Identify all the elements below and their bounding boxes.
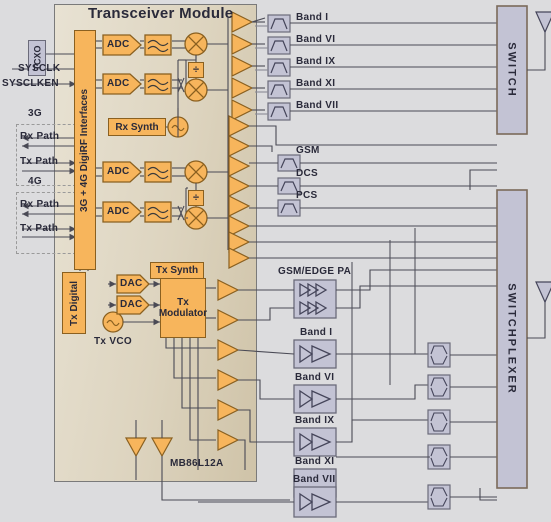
divider-symbol: ÷: [192, 64, 200, 76]
switch-label: SWITCH: [506, 42, 519, 98]
rx-band-label-0: Band I: [296, 12, 329, 23]
rx-synth-label: Rx Synth: [115, 121, 159, 133]
tx-synth-block[interactable]: Tx Synth: [150, 262, 204, 279]
rx-band-label-3: Band XI: [296, 78, 336, 89]
rx-mid-label-0: GSM: [296, 145, 320, 156]
rx-path-3g-label: Rx Path: [20, 131, 60, 142]
adc-label: ADC: [107, 78, 130, 89]
tx-synth-label: Tx Synth: [155, 265, 199, 276]
tx-digital-label: Tx Digital: [68, 280, 80, 326]
divider-symbol: ÷: [192, 192, 200, 204]
adc-label: ADC: [107, 166, 130, 177]
tx-path-4g-label: Tx Path: [20, 223, 59, 234]
sysclk-label: SYSCLK: [18, 63, 61, 74]
group-4g-label: 4G: [28, 176, 42, 187]
pa-label-1: Band I: [300, 327, 333, 338]
group-3g-label: 3G: [28, 108, 42, 119]
switchplexer-label: SWITCHPLEXER: [506, 283, 518, 395]
pa-label-3: Band IX: [295, 415, 335, 426]
pa-label-0: GSM/EDGE PA: [278, 266, 352, 277]
adc-label: ADC: [107, 206, 130, 217]
diagram-canvas: Transceiver Module MB86L12A TCXO SYSCLK …: [0, 0, 551, 522]
divider-block-1: ÷: [188, 62, 204, 78]
rx-path-4g-label: Rx Path: [20, 199, 60, 210]
rx-synth-block[interactable]: Rx Synth: [108, 118, 166, 136]
tx-modulator-label-line2: Modulator: [158, 308, 208, 319]
tx-vco-label: Tx VCO: [94, 336, 132, 347]
tx-path-3g-label: Tx Path: [20, 156, 59, 167]
tx-digital-block[interactable]: Tx Digital: [62, 272, 86, 334]
digirf-label: 3G + 4G DigiRF Interfaces: [79, 88, 91, 212]
rx-mid-label-2: PCS: [296, 190, 318, 201]
switch-block[interactable]: SWITCH: [497, 6, 527, 134]
adc-label: ADC: [107, 39, 130, 50]
pa-label-4: Band XI: [295, 456, 335, 467]
switchplexer-block[interactable]: SWITCHPLEXER: [497, 190, 527, 488]
rx-band-label-1: Band VI: [296, 34, 336, 45]
sysclken-label: SYSCLKEN: [2, 78, 59, 89]
tx-modulator-block[interactable]: Tx Modulator: [158, 278, 208, 338]
rx-band-label-2: Band IX: [296, 56, 336, 67]
pa-label-5: Band VII: [293, 474, 336, 485]
rx-mid-label-1: DCS: [296, 168, 319, 179]
divider-block-2: ÷: [188, 190, 204, 206]
chip-label: MB86L12A: [170, 458, 224, 469]
tx-modulator-label-line1: Tx: [177, 297, 189, 308]
dac-label: DAC: [120, 278, 143, 289]
pa-label-2: Band VI: [295, 372, 335, 383]
dac-label: DAC: [120, 299, 143, 310]
digirf-interfaces-block[interactable]: 3G + 4G DigiRF Interfaces: [74, 30, 96, 270]
rx-band-label-4: Band VII: [296, 100, 339, 111]
page-title: Transceiver Module: [88, 5, 234, 22]
